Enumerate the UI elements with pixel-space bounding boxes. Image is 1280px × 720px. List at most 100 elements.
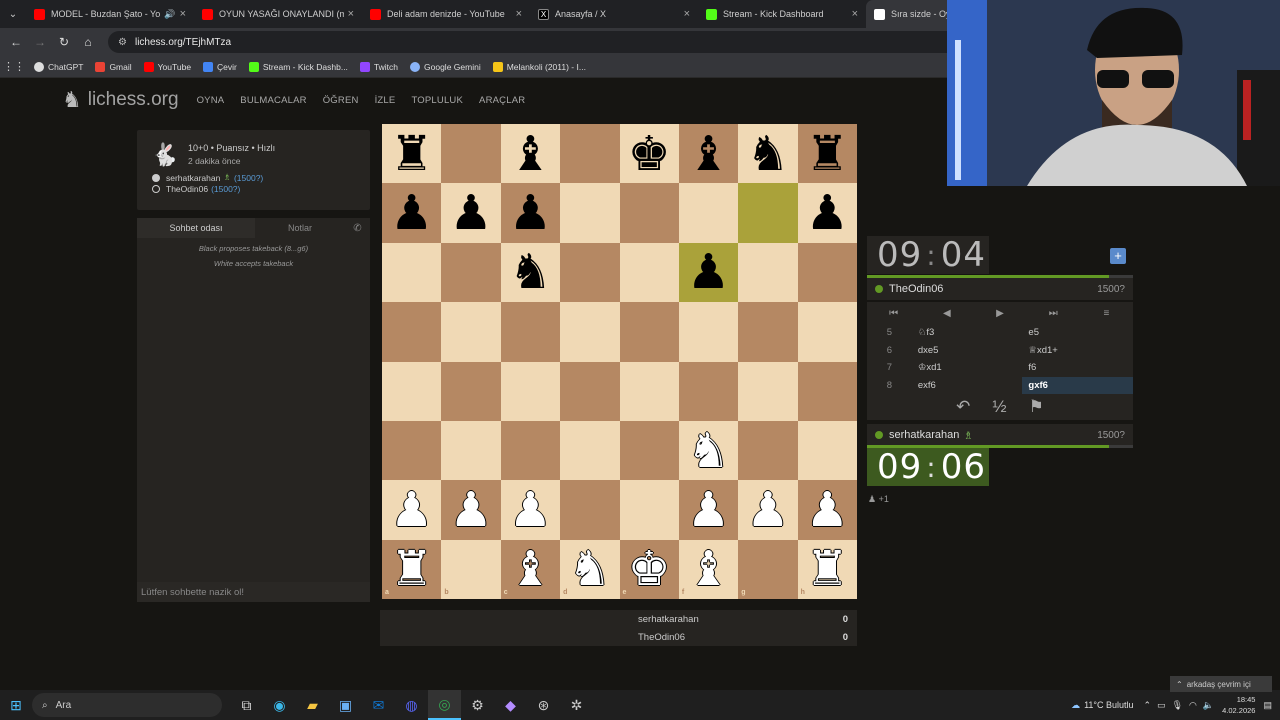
- square-h4[interactable]: [797, 361, 857, 421]
- white-king-icon[interactable]: ♚: [620, 540, 679, 599]
- square-f4[interactable]: [678, 361, 739, 421]
- taskbar-search[interactable]: ⌕ Ara: [32, 693, 222, 717]
- square-d5[interactable]: [560, 302, 620, 362]
- white-pawn-icon[interactable]: ♟: [738, 480, 797, 539]
- white-player-line[interactable]: serhatkarahan ♗ (1500?): [152, 172, 263, 183]
- resign-flag-icon[interactable]: ⚑: [1029, 397, 1044, 417]
- store-icon[interactable]: ▣: [329, 690, 362, 720]
- white-pawn-icon[interactable]: ♟: [501, 480, 560, 539]
- lichess-logo[interactable]: ♞ lichess.org: [62, 87, 179, 113]
- square-g6[interactable]: [738, 242, 798, 303]
- tab-notes[interactable]: Notlar: [255, 218, 345, 238]
- square-e6[interactable]: [619, 242, 679, 303]
- black-pawn-icon[interactable]: ♟: [501, 183, 560, 242]
- black-pawn-icon[interactable]: ♟: [441, 183, 500, 242]
- square-e5[interactable]: [619, 302, 679, 362]
- black-pawn-icon[interactable]: ♟: [798, 183, 857, 242]
- add-time-button[interactable]: +: [1110, 248, 1126, 264]
- phone-icon[interactable]: ✆: [345, 218, 370, 238]
- mic-icon[interactable]: 🎙: [1172, 700, 1183, 711]
- white-pawn-icon[interactable]: ♟: [679, 480, 738, 539]
- file-explorer-icon[interactable]: ▰: [296, 690, 329, 720]
- black-rook-icon[interactable]: ♜: [798, 124, 857, 183]
- tab-1[interactable]: OYUN YASAĞI ONAYLANDI (m ×: [194, 0, 362, 28]
- bookmark-imdb[interactable]: Melankoli (2011) - I...: [492, 61, 586, 72]
- windows-start-icon[interactable]: ⊞: [0, 697, 32, 714]
- square-d2[interactable]: [560, 480, 620, 540]
- tab-0[interactable]: MODEL - Buzdan Şato - Yo 🔊 ×: [26, 0, 194, 28]
- bookmark-gmail[interactable]: Gmail: [95, 61, 132, 72]
- white-rook-icon[interactable]: ♜: [798, 540, 857, 599]
- wifi-icon[interactable]: ◠: [1189, 700, 1197, 711]
- square-b5[interactable]: [441, 302, 501, 362]
- weather-text[interactable]: 11°C Bulutlu: [1084, 700, 1133, 710]
- white-bishop-icon[interactable]: ♝: [501, 540, 560, 599]
- menu-puzzles[interactable]: BULMACALAR: [240, 95, 306, 106]
- white-knight-icon[interactable]: ♞: [679, 421, 738, 480]
- square-c3[interactable]: [500, 420, 561, 481]
- close-tab-icon[interactable]: ×: [684, 8, 690, 20]
- notification-icon[interactable]: ▤: [1263, 700, 1272, 711]
- tab-3[interactable]: X Anasayfa / X ×: [530, 0, 698, 28]
- opponent-name-row[interactable]: TheOdin06 1500?: [867, 278, 1133, 300]
- site-info-icon[interactable]: ⚙: [118, 37, 127, 48]
- home-icon[interactable]: ⌂: [76, 35, 100, 49]
- square-b1[interactable]: [441, 539, 501, 599]
- bookmark-chatgpt[interactable]: ChatGPT: [34, 61, 83, 72]
- prev-move-icon[interactable]: ◀: [920, 308, 973, 319]
- tab-4[interactable]: Stream - Kick Dashboard ×: [698, 0, 866, 28]
- network-icon[interactable]: ▭: [1157, 700, 1166, 711]
- task-view-icon[interactable]: ⧉: [230, 690, 263, 720]
- square-d6[interactable]: [560, 242, 620, 303]
- square-d7[interactable]: [560, 183, 620, 243]
- settings-gear-icon[interactable]: ⚙: [461, 690, 494, 720]
- obs-icon[interactable]: ◆: [494, 690, 527, 720]
- first-move-icon[interactable]: ⏮: [867, 308, 920, 319]
- black-move[interactable]: ♕xd1+: [1022, 345, 1133, 356]
- chess-board[interactable]: ♜ ♝ ♚ ♝ ♞ ♜ ♟ ♟ ♟ ♟ ♞ ♟ ♞ ♟ ♟ ♟ ♟ ♟ ♟ ♜ ♝ ♞ ♚ ♝ ♜ 8 7 6 5 4 3 2 1 a b c d e f g…: [382, 124, 857, 599]
- square-h5[interactable]: [797, 302, 857, 362]
- menu-community[interactable]: TOPLULUK: [411, 95, 463, 106]
- square-d4[interactable]: [560, 361, 620, 421]
- bookmark-kick[interactable]: Stream - Kick Dashb...: [248, 61, 348, 72]
- apps-grid-icon[interactable]: ⋮⋮: [0, 60, 28, 73]
- tray-chevron-icon[interactable]: ⌃: [1144, 700, 1152, 711]
- black-knight-icon[interactable]: ♞: [738, 124, 797, 183]
- bookmark-youtube[interactable]: YouTube: [143, 61, 191, 72]
- next-move-icon[interactable]: ▶: [973, 308, 1026, 319]
- square-g5[interactable]: [738, 302, 798, 362]
- score-player-name[interactable]: TheOdin06: [638, 632, 685, 643]
- square-h6[interactable]: [797, 242, 857, 303]
- white-move[interactable]: ♘f3: [912, 327, 1023, 338]
- black-king-icon[interactable]: ♚: [620, 124, 679, 183]
- white-move[interactable]: dxe5: [912, 345, 1023, 356]
- chat-input[interactable]: Lütfen sohbette nazik ol!: [137, 582, 370, 602]
- chatgpt-app-icon[interactable]: ✲: [560, 690, 593, 720]
- square-e7[interactable]: [619, 183, 679, 243]
- square-d8[interactable]: [560, 124, 620, 184]
- square-b3[interactable]: [441, 420, 501, 481]
- white-pawn-icon[interactable]: ♟: [441, 480, 500, 539]
- menu-watch[interactable]: İZLE: [375, 95, 396, 106]
- black-move[interactable]: f6: [1022, 362, 1133, 373]
- square-e4[interactable]: [619, 361, 679, 421]
- friends-online-notice[interactable]: ⌃ arkadaş çevrim içi: [1170, 676, 1272, 692]
- square-g1[interactable]: [738, 539, 798, 599]
- square-b6[interactable]: [441, 242, 501, 303]
- tab-chat-room[interactable]: Sohbet odası: [137, 218, 255, 238]
- reload-icon[interactable]: ↻: [52, 35, 76, 49]
- black-knight-icon[interactable]: ♞: [501, 243, 560, 302]
- player-name-row[interactable]: serhatkarahan ♗ 1500?: [867, 424, 1133, 446]
- black-bishop-icon[interactable]: ♝: [679, 124, 738, 183]
- discord-icon[interactable]: ◍: [395, 690, 428, 720]
- menu-learn[interactable]: ÖĞREN: [323, 95, 359, 106]
- white-rook-icon[interactable]: ♜: [382, 540, 441, 599]
- takeback-icon[interactable]: ↶: [956, 397, 970, 417]
- back-icon[interactable]: ←: [4, 35, 28, 49]
- tab-2[interactable]: Deli adam denizde - YouTube ×: [362, 0, 530, 28]
- close-tab-icon[interactable]: ×: [852, 8, 858, 20]
- square-f5[interactable]: [678, 302, 739, 362]
- square-a5[interactable]: [382, 302, 442, 362]
- close-tab-icon[interactable]: ×: [516, 8, 522, 20]
- black-move[interactable]: e5: [1022, 327, 1133, 338]
